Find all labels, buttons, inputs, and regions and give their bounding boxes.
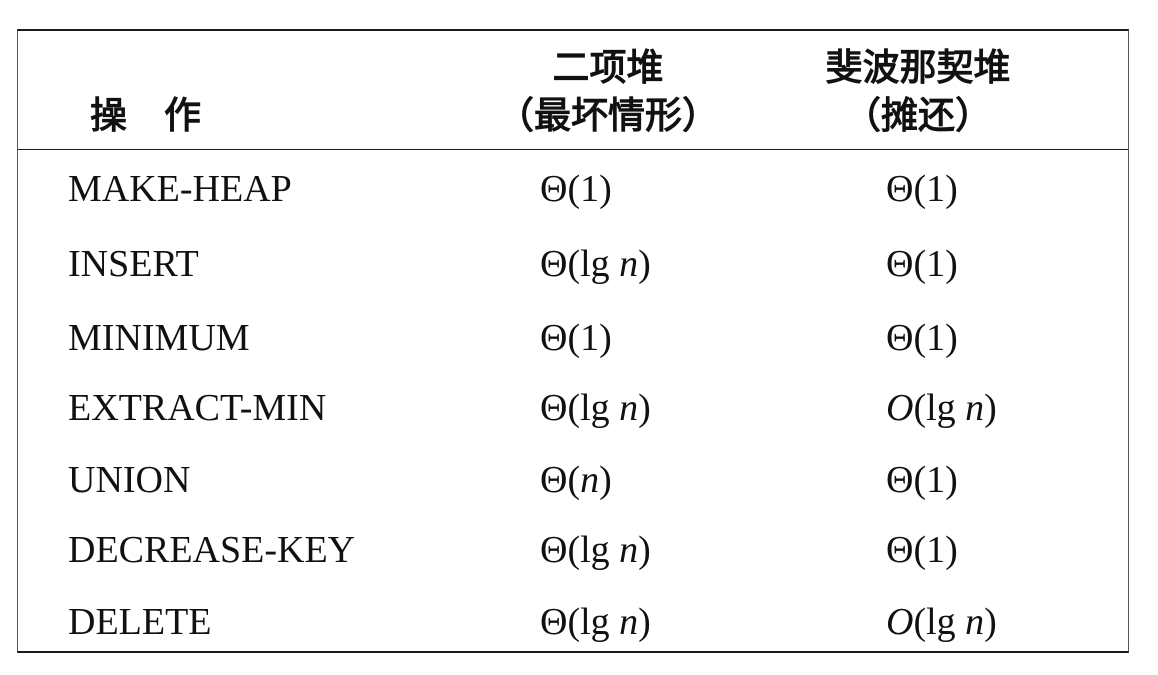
- binary-bound: Θ(1): [540, 168, 612, 210]
- header-fibonacci-heap-title: 斐波那契堆: [825, 45, 1011, 89]
- operation-cell: INSERT: [68, 243, 199, 285]
- table-row: DELETE Θ(lg n) O(lg n): [18, 600, 1128, 644]
- binary-bound-cell: Θ(1): [540, 316, 612, 360]
- binary-bound: Θ(lg n): [540, 387, 651, 429]
- fibonacci-bound-cell: Θ(1): [886, 242, 958, 286]
- fibonacci-bound: O(lg n): [886, 601, 997, 643]
- binary-bound: Θ(lg n): [540, 529, 651, 571]
- fibonacci-bound-cell: Θ(1): [886, 167, 958, 211]
- table-row: MINIMUM Θ(1) Θ(1): [18, 316, 1128, 360]
- header-divider: [18, 149, 1128, 150]
- fibonacci-bound: Θ(1): [886, 317, 958, 359]
- binary-bound-cell: Θ(lg n): [540, 600, 651, 644]
- fibonacci-bound-cell: Θ(1): [886, 316, 958, 360]
- operation-cell: DECREASE-KEY: [68, 529, 356, 571]
- binary-bound-cell: Θ(1): [540, 167, 612, 211]
- binary-bound-cell: Θ(lg n): [540, 386, 651, 430]
- operation-cell: DELETE: [68, 601, 212, 643]
- fibonacci-bound-cell: O(lg n): [886, 600, 997, 644]
- binary-bound-cell: Θ(lg n): [540, 242, 651, 286]
- header-binary-heap-subtitle: （最坏情形）: [497, 93, 719, 137]
- binary-bound-cell: Θ(n): [540, 458, 612, 502]
- operation-cell: UNION: [68, 459, 191, 501]
- operation-cell: MINIMUM: [68, 317, 250, 359]
- complexity-table: 操 作 二项堆 （最坏情形） 斐波那契堆 （摊还） MAKE-HEAP Θ(1)…: [17, 29, 1129, 653]
- binary-bound: Θ(lg n): [540, 243, 651, 285]
- fibonacci-bound-cell: Θ(1): [886, 528, 958, 572]
- binary-bound-cell: Θ(lg n): [540, 528, 651, 572]
- binary-bound: Θ(n): [540, 459, 612, 501]
- fibonacci-bound: Θ(1): [886, 243, 958, 285]
- fibonacci-bound-cell: Θ(1): [886, 458, 958, 502]
- header-operation: 操 作: [90, 93, 201, 137]
- fibonacci-bound: Θ(1): [886, 529, 958, 571]
- header-binary-heap-title: 二项堆: [552, 45, 664, 89]
- fibonacci-bound-cell: O(lg n): [886, 386, 997, 430]
- table-row: EXTRACT-MIN Θ(lg n) O(lg n): [18, 386, 1128, 430]
- fibonacci-bound: Θ(1): [886, 459, 958, 501]
- table-row: UNION Θ(n) Θ(1): [18, 458, 1128, 502]
- table-row: DECREASE-KEY Θ(lg n) Θ(1): [18, 528, 1128, 572]
- operation-cell: MAKE-HEAP: [68, 168, 292, 210]
- binary-bound: Θ(lg n): [540, 601, 651, 643]
- binary-bound: Θ(1): [540, 317, 612, 359]
- header-fibonacci-heap-subtitle: （摊还）: [844, 93, 992, 137]
- fibonacci-bound: O(lg n): [886, 387, 997, 429]
- fibonacci-bound: Θ(1): [886, 168, 958, 210]
- table-row: MAKE-HEAP Θ(1) Θ(1): [18, 167, 1128, 211]
- operation-cell: EXTRACT-MIN: [68, 387, 327, 429]
- table-row: INSERT Θ(lg n) Θ(1): [18, 242, 1128, 286]
